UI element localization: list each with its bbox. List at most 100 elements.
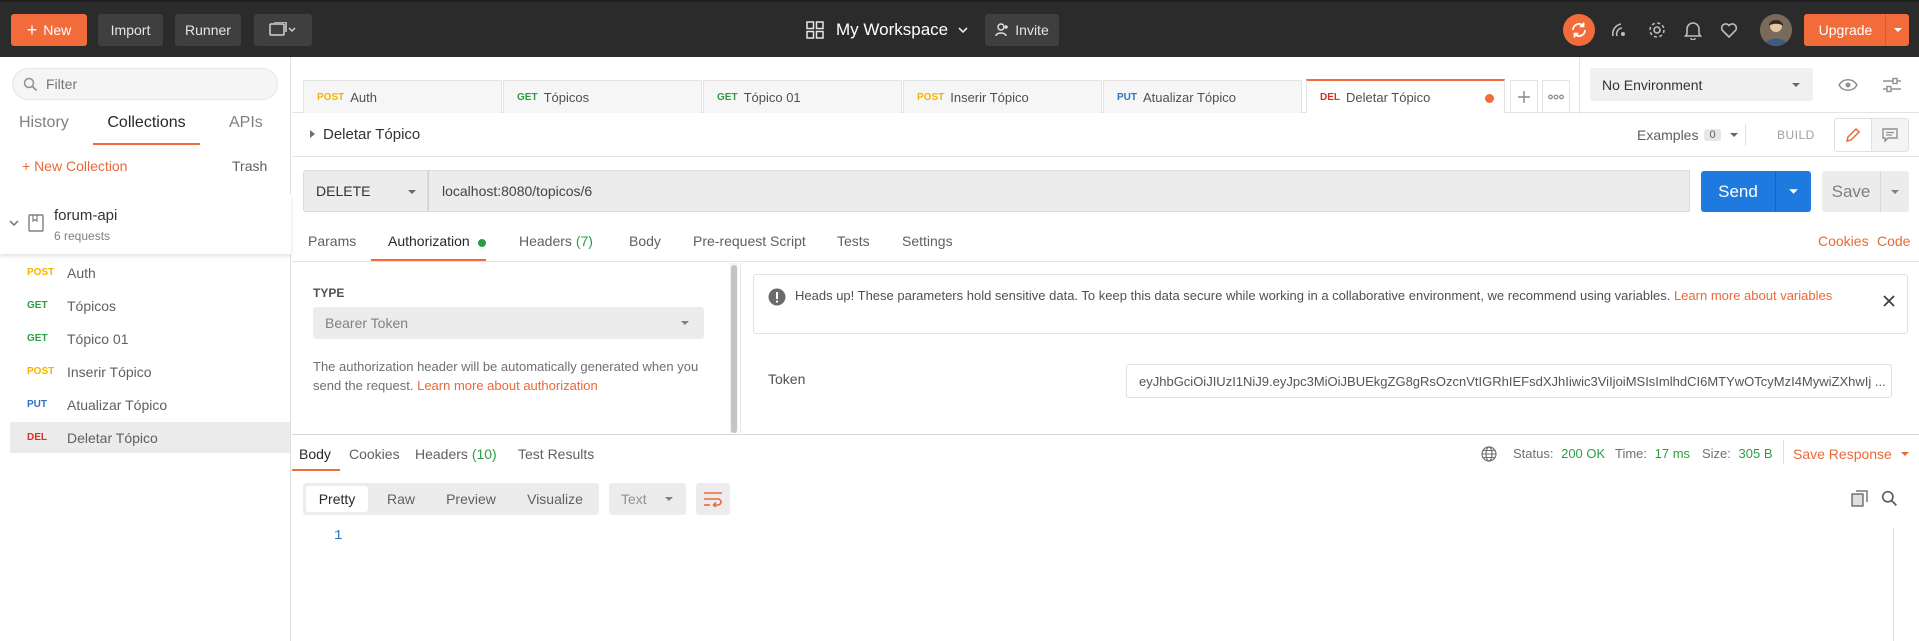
- upgrade-button[interactable]: Upgrade: [1804, 14, 1909, 46]
- collection-forum-api[interactable]: forum-api 6 requests: [0, 194, 291, 254]
- upgrade-dropdown[interactable]: [1885, 14, 1909, 46]
- learn-more-auth-link[interactable]: Learn more about authorization: [417, 378, 598, 393]
- search-icon[interactable]: [1881, 490, 1898, 507]
- method-select[interactable]: DELETE: [303, 170, 428, 212]
- tab-apis[interactable]: APIs: [229, 114, 263, 145]
- editor-scrollbar-track[interactable]: [1893, 528, 1894, 641]
- environment-quick-look-button[interactable]: [1828, 68, 1868, 101]
- url-input[interactable]: localhost:8080/topicos/6: [428, 170, 1690, 212]
- request-tab-active[interactable]: DEL Deletar Tópico: [1306, 79, 1505, 113]
- send-button[interactable]: Send: [1701, 171, 1811, 212]
- folder-icon: [28, 214, 44, 232]
- panel-scrollbar[interactable]: [730, 263, 738, 433]
- tab-history[interactable]: History: [19, 114, 69, 145]
- status-indicator: Status: 200 OK: [1513, 446, 1605, 461]
- add-tab-button[interactable]: [1510, 80, 1538, 113]
- import-button[interactable]: Import: [98, 14, 163, 46]
- tab-prerequest-script[interactable]: Pre-request Script: [693, 233, 806, 249]
- response-type-select[interactable]: Text: [609, 483, 686, 515]
- list-item[interactable]: POST Auth: [10, 257, 290, 288]
- raw-button[interactable]: Raw: [374, 483, 428, 515]
- size-indicator: Size: 305 B: [1702, 446, 1773, 461]
- send-dropdown[interactable]: [1775, 171, 1811, 212]
- filter-input[interactable]: [46, 76, 246, 92]
- request-tab[interactable]: POST Auth: [303, 80, 502, 113]
- auth-type-select[interactable]: Bearer Token: [313, 307, 704, 339]
- list-item[interactable]: GET Tópico 01: [10, 323, 290, 354]
- filter-box[interactable]: [12, 68, 278, 100]
- response-type-label: Text: [621, 491, 647, 507]
- visualize-button[interactable]: Visualize: [515, 483, 595, 515]
- scrollbar-thumb[interactable]: [731, 265, 737, 433]
- code-link[interactable]: Code: [1877, 233, 1910, 249]
- tab-settings[interactable]: Settings: [902, 233, 953, 249]
- chevron-down-icon: [9, 220, 19, 227]
- resp-tab-cookies[interactable]: Cookies: [349, 446, 400, 462]
- request-tab[interactable]: PUT Atualizar Tópico: [1103, 80, 1302, 113]
- pretty-button[interactable]: Pretty: [306, 486, 368, 512]
- environment-select[interactable]: No Environment: [1590, 68, 1813, 101]
- save-response-button[interactable]: Save Response: [1793, 446, 1910, 462]
- tab-tests[interactable]: Tests: [837, 233, 870, 249]
- resp-tab-test-results[interactable]: Test Results: [518, 446, 594, 462]
- save-button[interactable]: Save: [1822, 171, 1909, 212]
- examples-count: 0: [1704, 129, 1721, 141]
- close-icon[interactable]: [1883, 295, 1895, 307]
- runner-button[interactable]: Runner: [175, 14, 241, 46]
- manage-environments-button[interactable]: [1873, 68, 1911, 101]
- eye-icon: [1838, 78, 1858, 91]
- learn-more-variables-link[interactable]: Learn more about variables: [1674, 288, 1832, 303]
- trash-button[interactable]: Trash: [232, 158, 267, 174]
- request-tab[interactable]: GET Tópicos: [503, 80, 702, 113]
- sliders-icon: [1883, 77, 1901, 92]
- edit-mode-button[interactable]: [1834, 118, 1872, 152]
- warning-message: Heads up! These parameters hold sensitiv…: [795, 288, 1671, 303]
- token-label: Token: [768, 371, 806, 387]
- examples-dropdown[interactable]: Examples 0: [1637, 127, 1739, 143]
- tab-authorization[interactable]: Authorization: [371, 225, 486, 261]
- environment-label: No Environment: [1602, 76, 1703, 93]
- token-input[interactable]: eyJhbGciOiJIUzI1NiJ9.eyJpc3MiOiJBUEkgZG8…: [1126, 364, 1892, 398]
- copy-icon[interactable]: [1851, 490, 1868, 507]
- avatar[interactable]: [1760, 14, 1792, 46]
- settings-button[interactable]: [1643, 16, 1671, 44]
- tab-collections[interactable]: Collections: [93, 114, 200, 145]
- globe-icon[interactable]: [1481, 446, 1497, 462]
- request-title[interactable]: Deletar Tópico: [323, 126, 420, 143]
- time-value: 17 ms: [1654, 446, 1691, 461]
- workspace-switcher[interactable]: My Workspace: [806, 14, 970, 46]
- user-avatar-icon: [1760, 14, 1792, 46]
- tab-params[interactable]: Params: [308, 233, 356, 249]
- sync-button[interactable]: [1563, 14, 1595, 46]
- favorites-button[interactable]: [1715, 16, 1743, 44]
- size-label: Size:: [1702, 446, 1731, 461]
- caret-down-icon: [1729, 133, 1738, 137]
- save-dropdown[interactable]: [1880, 171, 1909, 212]
- preview-button[interactable]: Preview: [434, 483, 508, 515]
- interceptor-button[interactable]: [1605, 16, 1633, 44]
- resp-tab-body[interactable]: Body: [292, 436, 340, 471]
- notifications-button[interactable]: [1679, 16, 1707, 44]
- divider: [292, 261, 1919, 262]
- build-label: BUILD: [1777, 128, 1815, 142]
- new-window-button[interactable]: [254, 14, 312, 46]
- new-button[interactable]: + New: [11, 14, 87, 46]
- resp-tab-headers[interactable]: Headers (10): [415, 446, 497, 462]
- gear-icon: [1649, 22, 1665, 38]
- tab-headers[interactable]: Headers (7): [519, 233, 593, 249]
- comments-button[interactable]: [1871, 118, 1909, 152]
- invite-button[interactable]: Invite: [985, 14, 1059, 46]
- list-item[interactable]: DEL Deletar Tópico: [10, 422, 290, 453]
- link-part: variables: [1780, 288, 1833, 303]
- request-tab[interactable]: GET Tópico 01: [703, 80, 902, 113]
- list-item[interactable]: POST Inserir Tópico: [10, 356, 290, 387]
- list-item[interactable]: PUT Atualizar Tópico: [10, 389, 290, 420]
- tab-body[interactable]: Body: [629, 233, 661, 249]
- caret-right-icon[interactable]: [307, 129, 317, 139]
- request-tab[interactable]: POST Inserir Tópico: [903, 80, 1102, 113]
- more-tabs-button[interactable]: [1542, 80, 1570, 113]
- list-item[interactable]: GET Tópicos: [10, 290, 290, 321]
- new-collection-button[interactable]: + New Collection: [22, 158, 127, 174]
- cookies-link[interactable]: Cookies: [1818, 233, 1869, 249]
- wrap-lines-button[interactable]: [696, 483, 730, 515]
